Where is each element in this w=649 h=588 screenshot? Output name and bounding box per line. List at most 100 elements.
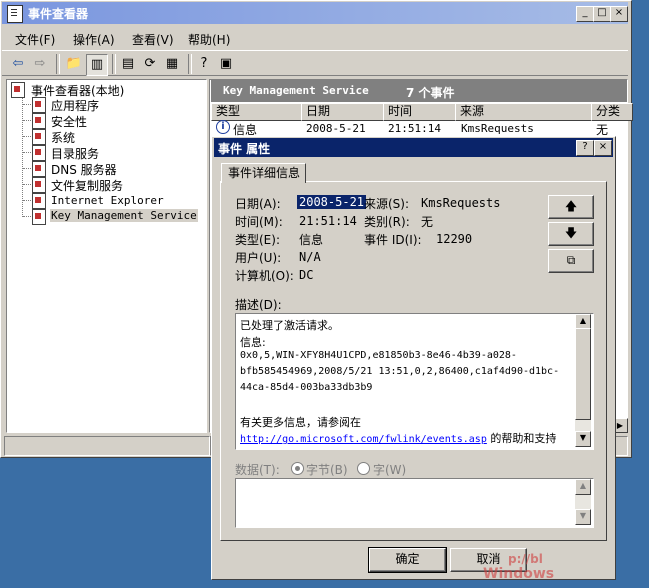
dialog-close-button[interactable]: × (594, 140, 612, 156)
watermark-brand: Windows (483, 566, 555, 582)
description-icon[interactable]: ▣ (216, 54, 236, 74)
menu-view[interactable]: 查看(V) (132, 31, 174, 48)
table-row[interactable]: i 信息 2008-5-21 21:51:14 KmsRequests 无 (211, 119, 627, 137)
info-icon: i (216, 120, 230, 134)
time-value: 21:51:14 (299, 214, 357, 228)
data-label: 数据(T): (235, 463, 280, 477)
menu-action[interactable]: 操作(A) (73, 31, 115, 48)
words-radio[interactable] (357, 462, 370, 475)
log-icon (32, 145, 46, 161)
type-label: 类型(E): (235, 233, 280, 247)
user-value: N/A (299, 250, 321, 264)
computer-value: DC (299, 268, 314, 282)
event-id-value: 12290 (436, 232, 473, 246)
desc-line: 已处理了激活请求。 (240, 319, 339, 332)
toolbar-separator (56, 54, 60, 74)
copy-button[interactable]: ⧉ (548, 249, 594, 273)
log-icon (32, 97, 46, 113)
help-link[interactable]: http://go.microsoft.com/fwlink/events.as… (240, 434, 487, 445)
description-label: 描述(D): (235, 298, 282, 312)
export-list-icon[interactable]: ▦ (162, 54, 182, 74)
properties-icon[interactable]: ▤ (118, 54, 138, 74)
data-scroll-up-button[interactable]: ▲ (575, 479, 591, 495)
event-list-header: Key Management Service 7 个事件 (211, 80, 627, 102)
desc-line: 信息: (240, 336, 266, 349)
category-value: 无 (421, 215, 434, 229)
type-value: 信息 (299, 233, 324, 247)
data-box[interactable]: ▲ ▼ (235, 478, 594, 528)
tree-item-internet-explorer[interactable]: Internet Explorer (51, 194, 164, 207)
data-scrollbar[interactable]: ▲ ▼ (575, 479, 591, 525)
log-icon (32, 129, 46, 145)
bytes-radio[interactable] (291, 462, 304, 475)
tree-item-system[interactable]: 系统 (51, 129, 75, 146)
computer-label: 计算机(O): (235, 269, 294, 283)
log-icon (32, 193, 46, 209)
watermark-text: p://bl (508, 552, 543, 566)
date-value[interactable]: 2008-5-21 (297, 195, 367, 209)
log-name: Key Management Service (223, 84, 369, 97)
event-count: 7 个事件 (406, 86, 455, 100)
down-arrow-icon: 🡇 (564, 226, 578, 240)
menu-help[interactable]: 帮助(H) (188, 31, 230, 48)
row-time: 21:51:14 (388, 122, 441, 135)
maximize-button[interactable]: □ (593, 6, 611, 22)
previous-event-button[interactable]: 🡅 (548, 195, 594, 219)
event-id-label: 事件 ID(I): (364, 233, 422, 247)
log-icon (32, 113, 46, 129)
data-scroll-down-button[interactable]: ▼ (575, 509, 591, 525)
time-label: 时间(M): (235, 215, 283, 229)
status-pane-left (4, 436, 210, 456)
up-arrow-icon: 🡅 (564, 199, 578, 213)
description-scrollbar[interactable]: ▲ ▼ (575, 314, 591, 447)
help-icon[interactable]: ? (194, 54, 214, 74)
help-button[interactable]: ? (576, 140, 594, 156)
close-button[interactable]: × (610, 6, 628, 22)
title-bar[interactable]: 事件查看器 _ □ × (2, 2, 628, 24)
event-viewer-icon (7, 5, 23, 23)
row-source: KmsRequests (461, 122, 534, 135)
tree-pane: 事件查看器(本地) 应用程序 安全性 系统 目录服务 DNS 服务器 文件复制服… (6, 79, 207, 433)
event-viewer-node-icon (11, 82, 25, 98)
tab-event-details[interactable]: 事件详细信息 (221, 163, 306, 183)
bytes-radio-label: 字节(B) (306, 463, 348, 477)
forward-arrow-icon[interactable]: ⇨ (30, 54, 50, 74)
up-folder-icon[interactable]: 📁 (64, 54, 84, 74)
menu-bar: 文件(F) 操作(A) 查看(V) 帮助(H) (2, 27, 628, 49)
tree-guide-line (22, 94, 23, 217)
date-label: 日期(A): (235, 197, 281, 211)
back-arrow-icon[interactable]: ⇦ (8, 54, 28, 74)
category-label: 类别(R): (364, 215, 410, 229)
tree-item-file-replication[interactable]: 文件复制服务 (51, 177, 123, 194)
minimize-button[interactable]: _ (576, 6, 594, 22)
description-box[interactable]: 已处理了激活请求。 信息: 0x0,5,WIN-XFY8H4U1CPD,e818… (235, 313, 594, 450)
ok-button[interactable]: 确定 (368, 547, 447, 573)
scroll-down-button[interactable]: ▼ (575, 431, 591, 447)
user-label: 用户(U): (235, 251, 282, 265)
scroll-thumb[interactable] (575, 328, 591, 420)
desc-line: 0x0,5,WIN-XFY8H4U1CPD,e81850b3-8e46-4b39… (240, 350, 517, 361)
toolbar-separator (112, 54, 116, 74)
toolbar: ⇦ ⇨ 📁 ▥ ▤ ⟳ ▦ ? ▣ (2, 50, 628, 76)
copy-icon: ⧉ (566, 253, 576, 267)
words-radio-label: 字(W) (373, 463, 407, 477)
desc-line: 44ca-85d4-003ba33db3b9 (240, 382, 373, 393)
tree-item-directory-service[interactable]: 目录服务 (51, 145, 99, 162)
dialog-title-bar[interactable]: 事件 属性 ? × (214, 138, 613, 157)
tree-item-key-management-service[interactable]: Key Management Service (50, 209, 198, 222)
source-label: 来源(S): (364, 197, 410, 211)
refresh-icon[interactable]: ⟳ (140, 54, 160, 74)
tree-item-dns-server[interactable]: DNS 服务器 (51, 161, 117, 178)
show-tree-icon[interactable]: ▥ (86, 54, 108, 76)
row-date: 2008-5-21 (306, 122, 366, 135)
log-icon (32, 209, 46, 225)
tree-item-security[interactable]: 安全性 (51, 113, 87, 130)
menu-file[interactable]: 文件(F) (15, 31, 55, 48)
source-value: KmsRequests (421, 196, 501, 210)
toolbar-separator (188, 54, 192, 74)
window-title: 事件查看器 (28, 7, 89, 21)
dialog-title: 事件 属性 (218, 142, 271, 156)
desc-line: 有关更多信息，请参阅在 (240, 416, 361, 429)
next-event-button[interactable]: 🡇 (548, 222, 594, 246)
tree-item-application[interactable]: 应用程序 (51, 97, 99, 114)
